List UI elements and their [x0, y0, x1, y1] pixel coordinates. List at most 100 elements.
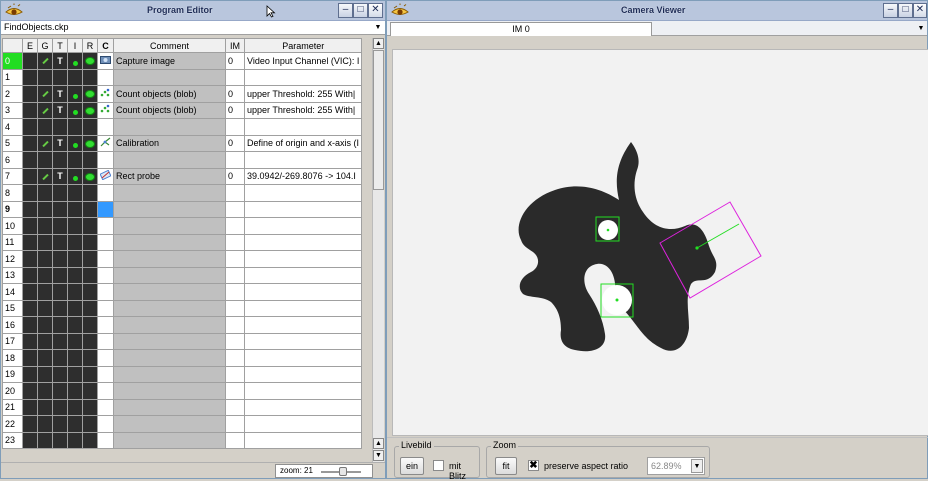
cell-i[interactable]: [67, 233, 83, 251]
row-number[interactable]: 10: [2, 217, 23, 235]
row-number[interactable]: 4: [2, 118, 23, 136]
cell-e[interactable]: [22, 365, 38, 383]
cell-comment[interactable]: [113, 118, 226, 136]
cell-c[interactable]: [97, 85, 114, 103]
cell-e[interactable]: [22, 68, 38, 86]
cell-g[interactable]: [37, 250, 53, 268]
row-number[interactable]: 1: [2, 68, 23, 86]
cell-parameter[interactable]: [243, 217, 363, 235]
cell-e[interactable]: [22, 431, 38, 449]
cell-t[interactable]: [52, 266, 68, 284]
chevron-down-icon[interactable]: ▼: [373, 22, 383, 33]
cell-comment[interactable]: [113, 250, 226, 268]
cell-im[interactable]: 0: [225, 52, 245, 70]
table-row[interactable]: 22: [2, 415, 363, 433]
cell-i[interactable]: [67, 101, 83, 119]
row-number[interactable]: 14: [2, 283, 23, 301]
cell-t[interactable]: [52, 382, 68, 400]
cell-c[interactable]: [97, 217, 114, 235]
cell-e[interactable]: [22, 382, 38, 400]
table-row[interactable]: 12: [2, 250, 363, 268]
header-comment[interactable]: Comment: [113, 38, 226, 53]
cell-e[interactable]: [22, 415, 38, 433]
cell-parameter[interactable]: [243, 431, 363, 449]
cell-comment[interactable]: [113, 266, 226, 284]
minimize-button[interactable]: –: [338, 3, 353, 18]
cell-im[interactable]: [225, 283, 245, 301]
cell-im[interactable]: 0: [225, 134, 245, 152]
cell-parameter[interactable]: [243, 398, 363, 416]
cell-im[interactable]: [225, 299, 245, 317]
cell-comment[interactable]: [113, 332, 226, 350]
table-row[interactable]: 7 T Rect probe 0 39.0942/-269.8076 -> 104.I: [2, 167, 363, 185]
header-parameter[interactable]: Parameter: [243, 38, 363, 53]
cell-im[interactable]: [225, 431, 245, 449]
cell-parameter[interactable]: [243, 415, 363, 433]
cell-g[interactable]: [37, 200, 53, 218]
cell-c[interactable]: [97, 316, 114, 334]
cell-e[interactable]: [22, 134, 38, 152]
cell-g[interactable]: [37, 52, 53, 70]
table-row[interactable]: 16: [2, 316, 363, 334]
cell-e[interactable]: [22, 283, 38, 301]
camera-viewer-titlebar[interactable]: Camera Viewer – □ ✕: [387, 1, 927, 21]
table-row[interactable]: 11: [2, 233, 363, 251]
table-row[interactable]: 21: [2, 398, 363, 416]
flash-checkbox[interactable]: [433, 460, 444, 471]
row-number[interactable]: 8: [2, 184, 23, 202]
cell-im[interactable]: [225, 200, 245, 218]
header-i[interactable]: I: [67, 38, 83, 53]
cell-c[interactable]: [97, 266, 114, 284]
cell-im[interactable]: [225, 398, 245, 416]
zoom-control[interactable]: zoom: 21: [275, 464, 373, 478]
cell-c[interactable]: [97, 52, 114, 70]
table-row[interactable]: 19: [2, 365, 363, 383]
row-number[interactable]: 13: [2, 266, 23, 284]
cell-c[interactable]: [97, 118, 114, 136]
table-row[interactable]: 8: [2, 184, 363, 202]
cell-t[interactable]: [52, 299, 68, 317]
cell-i[interactable]: [67, 415, 83, 433]
cell-r[interactable]: [82, 68, 98, 86]
cell-parameter[interactable]: [243, 151, 363, 169]
cell-parameter[interactable]: Video Input Channel (VIC): I: [243, 52, 363, 70]
cell-i[interactable]: [67, 349, 83, 367]
cell-parameter[interactable]: [243, 118, 363, 136]
cell-r[interactable]: [82, 349, 98, 367]
cell-i[interactable]: [67, 382, 83, 400]
cell-e[interactable]: [22, 151, 38, 169]
scroll-thumb[interactable]: [373, 50, 384, 190]
table-row[interactable]: 3 T Count objects (blob) 0 upper Threshold: …: [2, 101, 363, 119]
cell-im[interactable]: [225, 382, 245, 400]
cell-im[interactable]: [225, 233, 245, 251]
table-row[interactable]: 4: [2, 118, 363, 136]
cell-e[interactable]: [22, 184, 38, 202]
cell-i[interactable]: [67, 266, 83, 284]
run-toggle-icon[interactable]: [85, 172, 95, 181]
header-e[interactable]: E: [22, 38, 38, 53]
header-t[interactable]: T: [52, 38, 68, 53]
cell-e[interactable]: [22, 299, 38, 317]
cell-g[interactable]: [37, 85, 53, 103]
table-row[interactable]: 9: [2, 200, 363, 218]
cell-e[interactable]: [22, 118, 38, 136]
cell-im[interactable]: [225, 365, 245, 383]
aspect-ratio-checkbox[interactable]: ✖: [528, 460, 539, 471]
cell-comment[interactable]: [113, 365, 226, 383]
cell-im[interactable]: 0: [225, 101, 245, 119]
cell-c[interactable]: [97, 200, 114, 218]
cell-c[interactable]: [97, 415, 114, 433]
cell-g[interactable]: [37, 233, 53, 251]
cell-r[interactable]: [82, 316, 98, 334]
cell-comment[interactable]: [113, 233, 226, 251]
cell-i[interactable]: [67, 332, 83, 350]
cell-c[interactable]: [97, 68, 114, 86]
table-row[interactable]: 5 T Calibration 0 Define of origin and x-axi…: [2, 134, 363, 152]
table-row[interactable]: 0 T Capture image 0 Video Input Channel (VIC…: [2, 52, 363, 70]
cell-i[interactable]: [67, 167, 83, 185]
table-row[interactable]: 14: [2, 283, 363, 301]
cell-g[interactable]: [37, 68, 53, 86]
cell-i[interactable]: [67, 184, 83, 202]
cell-e[interactable]: [22, 332, 38, 350]
cell-comment[interactable]: [113, 299, 226, 317]
